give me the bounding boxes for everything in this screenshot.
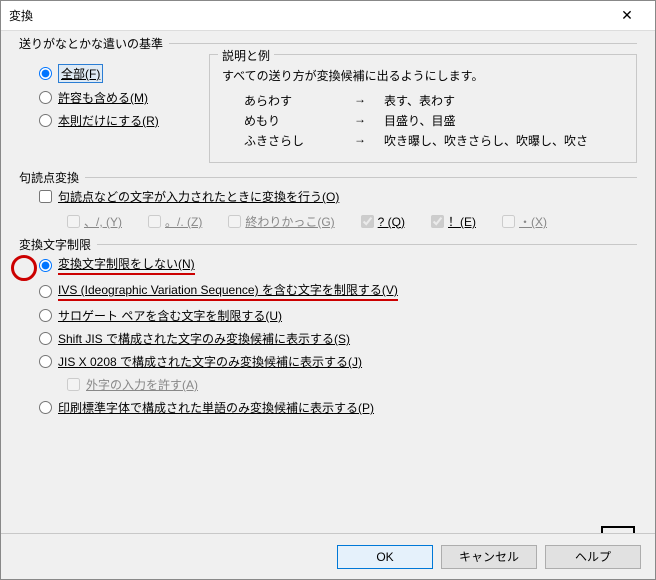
- example-table: あらわす → 表す、表わす めもり → 目盛り、目盛: [244, 92, 624, 149]
- charlimit-gaiji-check: [67, 378, 80, 391]
- punct-q-check: [361, 215, 374, 228]
- dialog-window: 変換 ✕ 送りがなとかな遣いの基準 全部(F) 許容も含める(M): [0, 0, 656, 580]
- punct-convert-check[interactable]: [39, 190, 52, 203]
- punct-options-row: 、/, (Y) 。/. (Z) 終わりかっこ(G) ? (Q) ！(E) ・(X…: [67, 213, 637, 230]
- cancel-button[interactable]: キャンセル: [441, 545, 537, 569]
- okurigana-header: 送りがなとかな遣いの基準: [19, 35, 169, 52]
- punctuation-header: 句読点変換: [19, 169, 85, 186]
- titlebar: 変換 ✕: [1, 1, 655, 31]
- charlimit-sjis-label[interactable]: Shift JIS で構成された文字のみ変換候補に表示する(S): [58, 330, 350, 347]
- content-area: 送りがなとかな遣いの基準 全部(F) 許容も含める(M): [1, 31, 655, 533]
- punct-y-check: [67, 215, 80, 228]
- ok-button[interactable]: OK: [337, 545, 433, 569]
- figure-label: 図3: [601, 526, 635, 533]
- charlimit-none-radio[interactable]: [39, 259, 52, 272]
- window-title: 変換: [9, 7, 607, 24]
- charlimit-print-radio[interactable]: [39, 401, 52, 414]
- punct-y-label: 、/, (Y): [84, 213, 122, 230]
- charlimit-jis-radio[interactable]: [39, 355, 52, 368]
- okurigana-all-label[interactable]: 全部(F): [58, 64, 103, 83]
- punct-e-check: [431, 215, 444, 228]
- okurigana-main-label[interactable]: 本則だけにする(R): [58, 112, 159, 129]
- charlimit-gaiji-label: 外字の入力を許す(A): [86, 376, 198, 393]
- divider: [19, 244, 637, 245]
- punct-e-label: ！(E): [448, 213, 476, 230]
- divider: [19, 177, 637, 178]
- punct-z-label: 。/. (Z): [165, 213, 202, 230]
- annotation-circle-icon: [11, 255, 37, 281]
- close-button[interactable]: ✕: [607, 2, 647, 30]
- charlimit-none-label[interactable]: 変換文字制限をしない(N): [58, 255, 195, 275]
- charlimit-surrogate-label[interactable]: サロゲート ペアを含む文字を制限する(U): [58, 307, 282, 324]
- example-row: ふきさらし → 吹き曝し、吹きさらし、吹曝し、吹さ: [244, 132, 624, 149]
- charlimit-header: 変換文字制限: [19, 236, 97, 253]
- example-row: あらわす → 表す、表わす: [244, 92, 624, 109]
- okurigana-permit-radio[interactable]: [39, 91, 52, 104]
- punct-z-check: [148, 215, 161, 228]
- okurigana-all-radio[interactable]: [39, 67, 52, 80]
- okurigana-permit-label[interactable]: 許容も含める(M): [58, 89, 148, 106]
- charlimit-print-label[interactable]: 印刷標準字体で構成された単語のみ変換候補に表示する(P): [58, 399, 374, 416]
- punct-g-check: [228, 215, 241, 228]
- punct-q-label: ? (Q): [378, 215, 405, 229]
- charlimit-jis-label[interactable]: JIS X 0208 で構成された文字のみ変換候補に表示する(J): [58, 353, 362, 370]
- explain-box: 説明と例 すべての送り方が変換候補に出るようにします。 あらわす → 表す、表わ…: [209, 54, 637, 163]
- charlimit-ivs-radio[interactable]: [39, 285, 52, 298]
- button-bar: OK キャンセル ヘルプ: [1, 533, 655, 579]
- punct-x-label: ・(X): [519, 213, 547, 230]
- okurigana-group: 送りがなとかな遣いの基準 全部(F) 許容も含める(M): [19, 43, 637, 163]
- charlimit-ivs-label[interactable]: IVS (Ideographic Variation Sequence) を含む…: [58, 281, 398, 301]
- punct-convert-label[interactable]: 句読点などの文字が入力されたときに変換を行う(O): [58, 188, 339, 205]
- charlimit-surrogate-radio[interactable]: [39, 309, 52, 322]
- explain-intro: すべての送り方が変換候補に出るようにします。: [222, 67, 624, 84]
- example-row: めもり → 目盛り、目盛: [244, 112, 624, 129]
- help-button[interactable]: ヘルプ: [545, 545, 641, 569]
- charlimit-group: 変換文字制限 変換文字制限をしない(N) IVS (Ideographic Va…: [19, 244, 637, 416]
- punctuation-group: 句読点変換 句読点などの文字が入力されたときに変換を行う(O) 、/, (Y) …: [19, 177, 637, 230]
- charlimit-sjis-radio[interactable]: [39, 332, 52, 345]
- explain-title: 説明と例: [218, 47, 274, 64]
- punct-g-label: 終わりかっこ(G): [245, 213, 334, 230]
- okurigana-main-radio[interactable]: [39, 114, 52, 127]
- punct-x-check: [502, 215, 515, 228]
